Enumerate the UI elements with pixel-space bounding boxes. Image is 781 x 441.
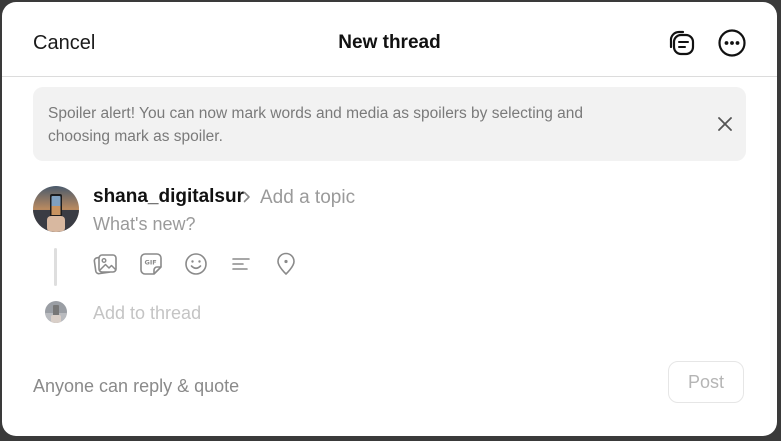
- banner-text: Spoiler alert! You can now mark words an…: [48, 105, 584, 145]
- thread-line: [54, 248, 57, 286]
- username[interactable]: shana_digitalsur: [93, 185, 244, 209]
- cancel-button[interactable]: Cancel: [33, 31, 95, 55]
- thread-text-input[interactable]: What's new?: [93, 212, 195, 236]
- gif-icon[interactable]: GIF: [138, 251, 164, 277]
- drafts-icon[interactable]: [667, 27, 699, 59]
- chevron-right-icon: [243, 191, 250, 203]
- close-icon[interactable]: [716, 115, 734, 133]
- poll-icon[interactable]: [228, 251, 254, 277]
- page-title: New thread: [338, 32, 441, 53]
- dialog-header: Cancel New thread: [2, 2, 777, 77]
- new-thread-dialog: Cancel New thread Spoiler alert! You can…: [2, 2, 777, 436]
- svg-text:GIF: GIF: [145, 259, 157, 267]
- location-icon[interactable]: [273, 251, 299, 277]
- reply-setting-button[interactable]: Anyone can reply & quote: [33, 374, 239, 398]
- avatar[interactable]: [33, 186, 79, 232]
- post-button[interactable]: Post: [668, 361, 744, 403]
- add-to-thread-input[interactable]: Add to thread: [93, 301, 201, 325]
- small-avatar: [45, 301, 67, 323]
- image-icon[interactable]: [93, 251, 119, 277]
- spoiler-banner: Spoiler alert! You can now mark words an…: [33, 87, 746, 161]
- more-options-icon[interactable]: [716, 27, 748, 59]
- emoji-icon[interactable]: [183, 251, 209, 277]
- add-topic-input[interactable]: Add a topic: [260, 186, 355, 210]
